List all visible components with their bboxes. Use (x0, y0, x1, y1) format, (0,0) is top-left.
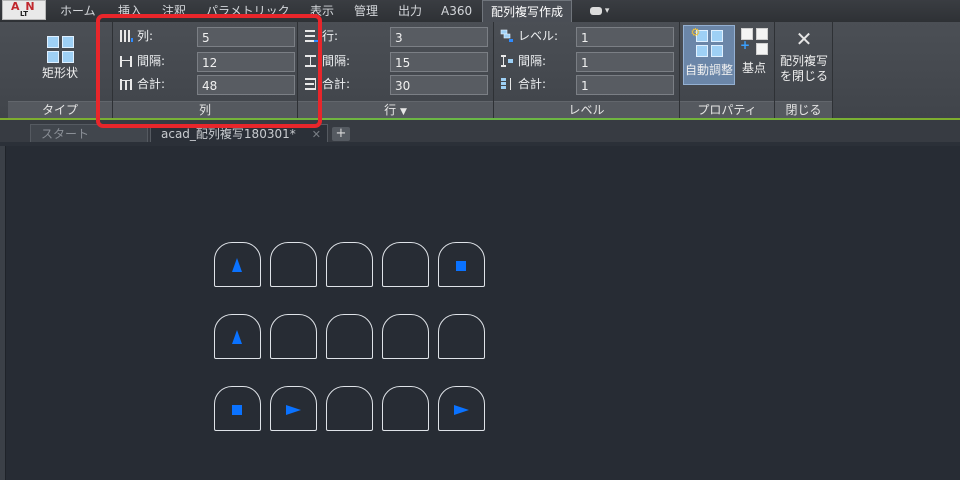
link-icon: ⚙ (690, 26, 701, 39)
array-item[interactable] (382, 242, 429, 287)
panel-title-close: 閉じる (775, 101, 832, 118)
rows-panel-title-label: 行 (384, 103, 397, 117)
panel-title-levels: レベル (494, 101, 679, 118)
panel-close: ✕ 配列複写 を閉じる 閉じる (775, 22, 833, 118)
level-total-icon (500, 77, 514, 91)
associative-label: 自動調整 (684, 63, 733, 77)
panel-title-rows[interactable]: 行 ▼ (298, 101, 493, 118)
chevron-down-icon: ▼ (399, 107, 407, 117)
triangle-up-marker-icon (232, 258, 242, 272)
application-menu-button[interactable]: A N LT (2, 0, 46, 20)
rectangular-array-button[interactable]: 矩形状 (30, 36, 90, 86)
array-item[interactable] (382, 386, 429, 431)
array-item[interactable] (270, 314, 317, 359)
panel-rows: 行: 3 間隔: 15 合計: 30 行 ▼ (298, 22, 494, 118)
array-item[interactable] (326, 386, 373, 431)
array-item[interactable] (438, 242, 485, 287)
rectangular-grid-icon (46, 36, 74, 63)
levels-total-input[interactable]: 1 (576, 75, 674, 95)
new-tab-button[interactable]: + (332, 127, 350, 141)
levels-spacing-input[interactable]: 1 (576, 52, 674, 72)
array-item[interactable] (326, 314, 373, 359)
square-marker-icon (456, 261, 466, 271)
panel-properties: ⚙ 自動調整 + 基点 プロパティ (680, 22, 775, 118)
array-item[interactable] (382, 314, 429, 359)
rows-count-input[interactable]: 3 (390, 27, 488, 47)
array-item[interactable] (270, 386, 317, 431)
app-logo-label: LT (19, 10, 29, 18)
tab-array-creation[interactable]: 配列複写作成 (482, 0, 573, 22)
rows-spacing-label: 間隔: (322, 54, 351, 68)
array-item[interactable] (326, 242, 373, 287)
panel-title-properties: プロパティ (680, 101, 774, 118)
array-item[interactable] (438, 314, 485, 359)
levels-count-label: レベル: (518, 29, 559, 43)
levels-spacing-label: 間隔: (518, 54, 547, 68)
rows-total-input[interactable]: 30 (390, 75, 488, 95)
triangle-right-marker-icon (286, 405, 301, 415)
tab-output[interactable]: 出力 (398, 0, 422, 22)
toggle-icon (590, 6, 602, 15)
associative-button[interactable]: ⚙ 自動調整 (683, 25, 735, 85)
columns-highlight-box (96, 14, 322, 128)
close-label-line2: を閉じる (779, 69, 828, 83)
levels-count-row: レベル: (500, 26, 558, 46)
chevron-down-icon: ▾ (604, 6, 610, 16)
levels-count-input[interactable]: 1 (576, 27, 674, 47)
square-marker-icon (232, 405, 242, 415)
close-icon: ✕ (795, 27, 813, 51)
plus-icon: + (740, 38, 751, 52)
tab-manage[interactable]: 管理 (354, 0, 378, 22)
rows-count-label: 行: (322, 29, 339, 43)
close-label-line1: 配列複写 (779, 54, 828, 68)
triangle-up-marker-icon (232, 330, 242, 344)
tab-a360[interactable]: A360 (441, 0, 472, 22)
levels-spacing-row: 間隔: (500, 51, 546, 71)
array-item[interactable] (214, 242, 261, 287)
plus-icon: + (335, 126, 347, 141)
drawing-canvas[interactable] (5, 146, 960, 480)
array-item[interactable] (214, 314, 261, 359)
level-spacing-icon (500, 54, 514, 68)
rows-spacing-input[interactable]: 15 (390, 52, 488, 72)
array-item[interactable] (214, 386, 261, 431)
array-item[interactable] (270, 242, 317, 287)
levels-icon (500, 29, 514, 43)
basepoint-button[interactable]: + 基点 (736, 28, 772, 82)
array-item[interactable] (438, 386, 485, 431)
tab-home[interactable]: ホーム (60, 0, 96, 22)
rows-total-label: 合計: (322, 77, 351, 91)
levels-total-row: 合計: (500, 74, 546, 94)
ribbon-display-toggle[interactable]: ▾ (590, 3, 620, 19)
close-array-button[interactable]: ✕ 配列複写 を閉じる (777, 28, 831, 98)
drawing-file-title: acad_配列複写180301* (161, 127, 296, 141)
panel-levels: レベル: 1 間隔: 1 合計: 1 レベル (494, 22, 680, 118)
triangle-right-marker-icon (454, 405, 469, 415)
basepoint-label: 基点 (741, 61, 766, 75)
rectangular-label: 矩形状 (41, 66, 78, 80)
levels-total-label: 合計: (518, 77, 547, 91)
